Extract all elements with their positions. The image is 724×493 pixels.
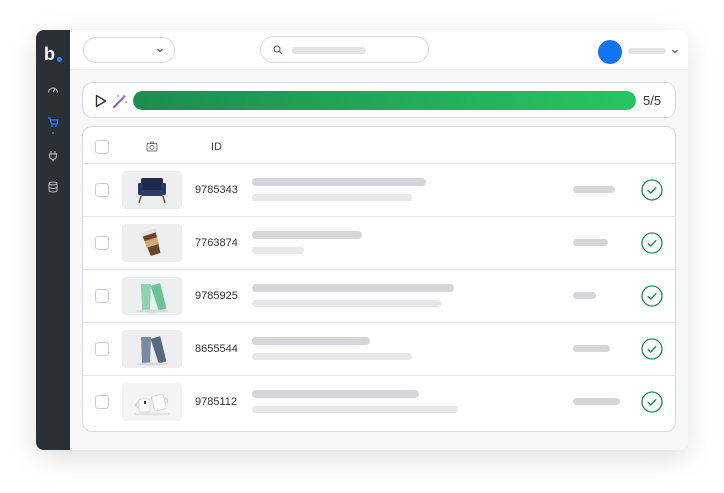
armchair-image <box>138 178 166 204</box>
subtitle-placeholder <box>252 353 412 360</box>
select-all-checkbox[interactable] <box>95 140 109 154</box>
main-area: 5/5 ID 9785343 7763874 9785925 8655544 9… <box>70 30 688 450</box>
user-avatar[interactable] <box>598 40 622 64</box>
product-thumbnail <box>122 383 182 421</box>
check-circle-icon <box>641 338 663 360</box>
sidebar: b <box>36 30 70 450</box>
table-row[interactable]: 9785925 <box>83 270 675 323</box>
value-placeholder <box>573 239 608 246</box>
subtitle-placeholder <box>252 300 441 307</box>
sidebar-item-dashboard[interactable] <box>45 82 61 98</box>
product-thumbnail <box>122 171 182 209</box>
store-dropdown[interactable] <box>83 37 175 63</box>
products-table: ID 9785343 7763874 9785925 8655544 97851… <box>82 126 676 432</box>
check-circle-icon <box>641 232 663 254</box>
brand-logo[interactable]: b <box>44 44 64 64</box>
sidebar-item-integrations[interactable] <box>45 148 61 164</box>
row-checkbox[interactable] <box>95 289 109 303</box>
title-placeholder <box>252 178 426 186</box>
progress-bar <box>133 91 636 110</box>
subtitle-placeholder <box>252 194 412 201</box>
table-row[interactable]: 9785343 <box>83 164 675 217</box>
gray-tumblers-image <box>136 336 168 366</box>
title-placeholder <box>252 231 362 239</box>
camera-icon <box>146 141 158 152</box>
progress-bar-fill <box>133 91 636 110</box>
logo-dot <box>57 57 62 62</box>
table-row[interactable]: 9785112 <box>83 376 675 429</box>
coffee-cup-image <box>140 228 161 256</box>
progress-panel: 5/5 <box>82 82 676 118</box>
product-id: 9785925 <box>195 290 238 302</box>
check-circle-icon <box>641 391 663 413</box>
row-checkbox[interactable] <box>95 342 109 356</box>
sidebar-item-data[interactable] <box>45 179 61 195</box>
sidebar-item-cart[interactable] <box>45 114 61 130</box>
user-name-placeholder <box>628 48 666 54</box>
plug-icon <box>48 151 58 162</box>
green-tumblers-image <box>136 283 168 313</box>
value-placeholder <box>573 186 615 193</box>
value-placeholder <box>573 292 596 299</box>
product-thumbnail <box>122 330 182 368</box>
logo-text: b <box>44 44 55 64</box>
app-window: b 5/5 ID 9785343 7763874 9785925 8655544… <box>36 30 688 450</box>
active-indicator <box>52 132 54 134</box>
row-checkbox[interactable] <box>95 183 109 197</box>
cart-icon <box>48 117 59 127</box>
search-icon <box>273 45 283 55</box>
product-id: 7763874 <box>195 237 238 249</box>
title-placeholder <box>252 284 454 292</box>
check-circle-icon <box>641 179 663 201</box>
search-placeholder-bar <box>292 47 366 54</box>
product-id: 8655544 <box>195 343 238 355</box>
subtitle-placeholder <box>252 406 458 413</box>
play-icon[interactable] <box>95 94 107 108</box>
search-input[interactable] <box>260 36 429 63</box>
check-circle-icon <box>641 285 663 307</box>
product-id: 9785343 <box>195 184 238 196</box>
title-placeholder <box>252 390 419 398</box>
magic-wand-icon[interactable] <box>112 93 128 109</box>
chevron-down-icon <box>157 48 163 53</box>
row-checkbox[interactable] <box>95 236 109 250</box>
product-thumbnail <box>122 277 182 315</box>
table-header: ID <box>83 127 675 164</box>
white-mugs-image <box>134 393 170 416</box>
value-placeholder <box>573 345 610 352</box>
database-icon <box>48 181 58 193</box>
product-id: 9785112 <box>195 396 238 408</box>
value-placeholder <box>573 398 620 405</box>
subtitle-placeholder <box>252 247 304 254</box>
column-header-id: ID <box>211 141 222 153</box>
topbar <box>70 30 688 70</box>
progress-count: 5/5 <box>643 93 662 108</box>
speedometer-icon <box>47 87 59 93</box>
user-menu-chevron-icon[interactable] <box>671 47 679 55</box>
title-placeholder <box>252 337 370 345</box>
table-row[interactable]: 7763874 <box>83 217 675 270</box>
table-row[interactable]: 8655544 <box>83 323 675 376</box>
row-checkbox[interactable] <box>95 395 109 409</box>
product-thumbnail <box>122 224 182 262</box>
